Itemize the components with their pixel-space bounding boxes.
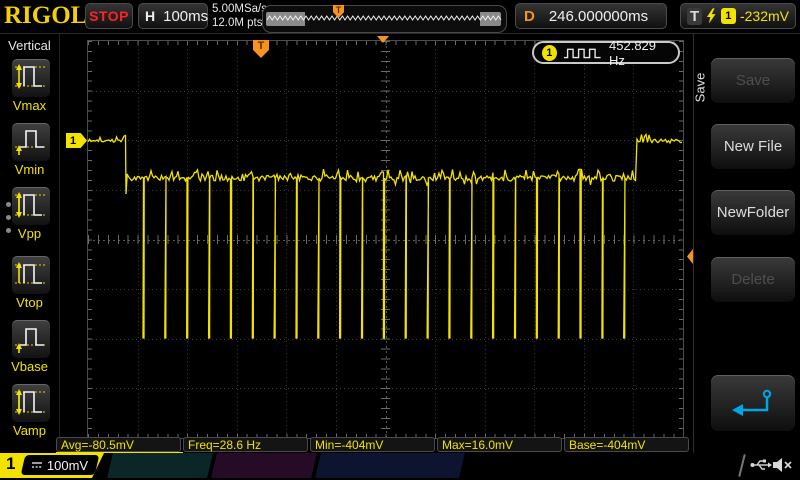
frequency-counter-value: 452.829 Hz: [609, 38, 670, 68]
horizontal-label: H: [145, 8, 155, 24]
page-indicator-dot: [6, 215, 11, 220]
vbase-icon: [12, 320, 48, 356]
vtop-icon: [12, 256, 48, 292]
waveform-memory-preview: T: [262, 5, 507, 33]
trigger-box[interactable]: T 1 -232mV: [680, 3, 796, 29]
vamp-icon: [12, 384, 48, 420]
back-arrow-icon: [727, 386, 779, 420]
acquisition-info: 5.00MSa/s 12.0M pts: [212, 2, 267, 30]
measurement-base: Base=-404mV: [564, 437, 689, 452]
speaker-muted-icon[interactable]: [772, 456, 794, 474]
measurement-min: Min=-404mV: [310, 437, 435, 452]
trigger-label: T: [687, 8, 702, 25]
back-button[interactable]: [710, 374, 796, 432]
channel1-cell[interactable]: 1 100mV: [0, 453, 104, 478]
page-indicator-dot: [6, 228, 11, 233]
graticule-area: [60, 34, 692, 452]
vbase-button[interactable]: [11, 319, 51, 359]
dc-coupling-icon: [31, 460, 43, 470]
save-button[interactable]: Save: [710, 57, 796, 104]
vamp-button[interactable]: [11, 383, 51, 423]
run-stop-status[interactable]: STOP: [85, 3, 133, 29]
measurement-freq: Freq=28.6 Hz: [183, 437, 308, 452]
channel-status-bar: 1 100mV 2 1.00 V 3 1.0: [0, 453, 800, 478]
status-divider: [738, 454, 746, 477]
memory-center-triangle: [377, 36, 389, 43]
delay-box[interactable]: D 246.000000ms: [515, 3, 667, 29]
vmax-icon: [12, 59, 48, 95]
center-vertical-ticks: [381, 41, 390, 438]
channel3-cell[interactable]: [211, 453, 317, 478]
vmax-button[interactable]: [11, 58, 51, 98]
memory-preview-wave: [265, 8, 502, 28]
channel2-cell[interactable]: [107, 453, 213, 478]
square-wave-icon: [563, 46, 603, 59]
memory-depth: 12.0M pts: [212, 16, 267, 30]
delay-label: D: [524, 8, 535, 25]
top-status-bar: RIGOL STOP H 100ms 5.00MSa/s 12.0M pts T…: [0, 0, 800, 34]
channel1-scale: 100mV: [47, 458, 88, 473]
vpp-button[interactable]: [11, 186, 51, 226]
vmax-label: Vmax: [0, 98, 59, 113]
sample-rate: 5.00MSa/s: [212, 2, 267, 16]
left-menu-title: Vertical: [0, 38, 59, 53]
page-indicator-dot: [6, 202, 11, 207]
channel1-number: 1: [6, 454, 15, 474]
menu-tab-save: Save: [692, 56, 708, 118]
vamp-label: Vamp: [0, 423, 59, 438]
vmin-icon: [12, 123, 48, 159]
oscilloscope-screen: RIGOL STOP H 100ms 5.00MSa/s 12.0M pts T…: [0, 0, 800, 480]
usb-icon: [750, 456, 772, 474]
trigger-level-value: -232mV: [740, 8, 789, 24]
freq-counter-channel-chip: 1: [542, 45, 557, 61]
horizontal-scale-box[interactable]: H 100ms: [138, 3, 208, 29]
vtop-label: Vtop: [0, 295, 59, 310]
horizontal-scale-value: 100ms: [163, 8, 208, 25]
graticule-grid: [87, 40, 684, 439]
vbase-label: Vbase: [0, 359, 59, 374]
channel4-cell[interactable]: [315, 453, 465, 478]
vertical-measure-menu: Vertical Vmax Vmin: [0, 34, 60, 452]
measurement-avg: Avg=-80.5mV: [56, 437, 181, 452]
delete-button[interactable]: Delete: [710, 256, 796, 303]
delay-value: 246.000000ms: [549, 8, 648, 25]
vpp-icon: [12, 187, 48, 223]
new-folder-button[interactable]: NewFolder: [710, 189, 796, 236]
trigger-edge-icon: [706, 8, 717, 24]
vmin-label: Vmin: [0, 162, 59, 177]
frequency-counter-badge: 1 452.829 Hz: [532, 41, 680, 64]
vtop-button[interactable]: [11, 255, 51, 295]
measurement-max: Max=16.0mV: [437, 437, 562, 452]
new-file-button[interactable]: New File: [710, 123, 796, 170]
trigger-source-chip: 1: [721, 8, 736, 24]
save-menu-panel: Save Save New File NewFolder Delete: [693, 34, 800, 457]
vmin-button[interactable]: [11, 122, 51, 162]
rigol-logo: RIGOL: [4, 2, 82, 30]
